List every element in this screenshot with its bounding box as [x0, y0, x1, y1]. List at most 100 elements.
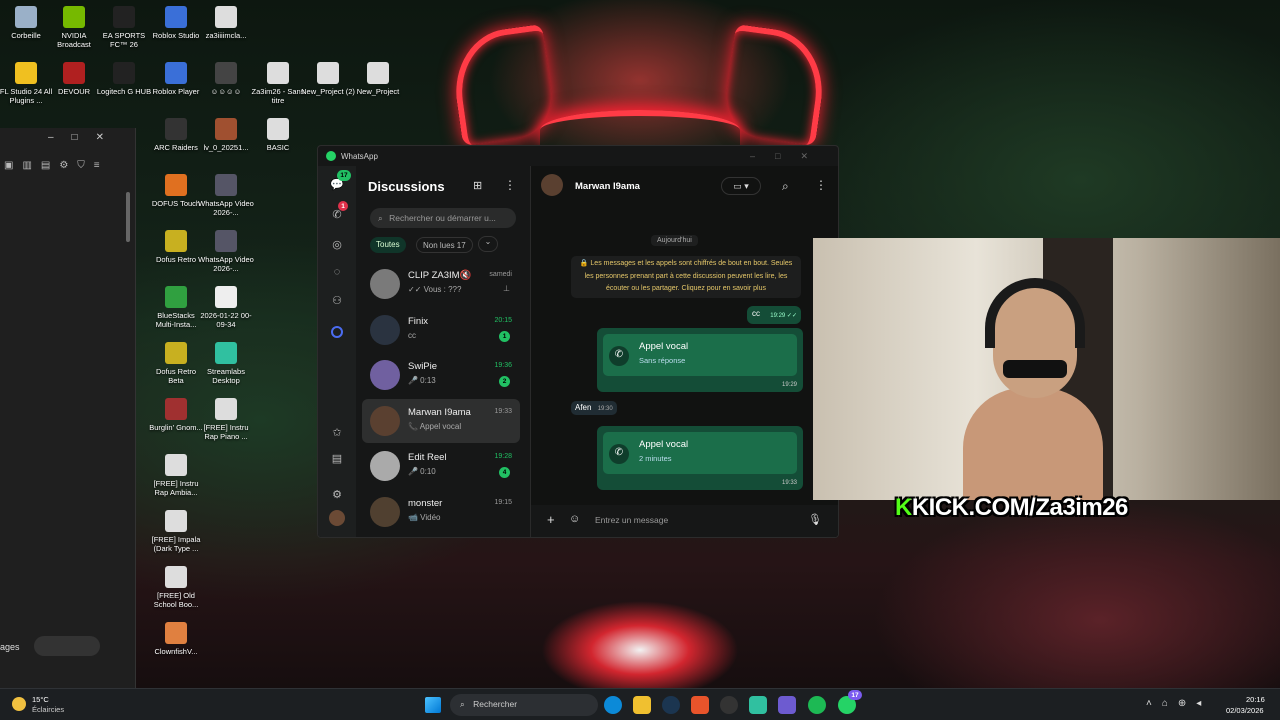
- desktop-icon[interactable]: BlueStacks Multi-Insta...: [148, 286, 204, 329]
- call-bubble-1[interactable]: ✆ Appel vocal Sans réponse 19:29: [597, 328, 803, 392]
- search-input[interactable]: ⌕ Rechercher ou démarrer u...: [370, 208, 516, 228]
- desktop-icon[interactable]: Burglin' Gnom...: [148, 398, 204, 432]
- desktop-icon[interactable]: Roblox Player: [148, 62, 204, 96]
- window-controls[interactable]: –□✕: [750, 151, 828, 162]
- desktop-icon[interactable]: lv_0_20251...: [198, 118, 254, 152]
- app-icon: [215, 286, 237, 308]
- meta-ai-icon[interactable]: [331, 326, 343, 338]
- desktop-icon[interactable]: Za3im26 - Sans titre: [250, 62, 306, 105]
- microphone-icon[interactable]: 🎙: [808, 513, 822, 526]
- weather-desc[interactable]: Éclaircies: [32, 705, 64, 714]
- message-input[interactable]: Entrez un message: [595, 515, 668, 525]
- message-text: cc: [752, 309, 760, 318]
- desktop-icon[interactable]: Streamlabs Desktop: [198, 342, 254, 385]
- desktop-icon[interactable]: Roblox Studio: [148, 6, 204, 40]
- chat-avatar: [370, 405, 400, 436]
- app-icon: [165, 566, 187, 588]
- sunglasses: [1003, 360, 1067, 378]
- filter-all[interactable]: Toutes: [370, 237, 406, 253]
- desktop-icon[interactable]: NVIDIA Broadcast: [46, 6, 102, 49]
- desktop-icon-label: DEVOUR: [57, 87, 91, 96]
- steam-icon[interactable]: [662, 696, 680, 714]
- channels-icon[interactable]: ◌: [329, 264, 345, 280]
- taskbar-search[interactable]: ⌕ Rechercher: [450, 694, 598, 716]
- weather-icon[interactable]: [12, 697, 26, 711]
- filter-unread[interactable]: Non lues 17: [416, 237, 473, 253]
- avatar-group: [34, 636, 100, 656]
- video-call-button[interactable]: ▭ ▾: [721, 177, 761, 195]
- profile-avatar[interactable]: [329, 510, 345, 526]
- desktop-icon[interactable]: Dofus Retro: [148, 230, 204, 264]
- nav-rail: 💬 17 ✆ 1 ◎ ◌ ⚇ ✩ ▤ ⚙: [318, 166, 356, 537]
- brave-icon[interactable]: [691, 696, 709, 714]
- chat-item[interactable]: Marwan I9ama 📞 Appel vocal 19:33: [362, 398, 520, 443]
- obs-icon[interactable]: [720, 696, 738, 714]
- desktop-icon[interactable]: WhatsApp Video 2026-...: [198, 230, 254, 273]
- desktop-icon[interactable]: [FREE] Old School Boo...: [148, 566, 204, 609]
- status-icon[interactable]: ◎: [329, 236, 345, 252]
- chat-item[interactable]: Edit Reel 🎤 0:10 19:28 4: [362, 444, 520, 488]
- chat-item[interactable]: Finix cc 20:15 1: [362, 308, 520, 352]
- call-bubble-2[interactable]: ✆ Appel vocal 2 minutes 19:33: [597, 426, 803, 490]
- file-explorer-icon[interactable]: [633, 696, 651, 714]
- settings-icon[interactable]: ⚙: [329, 486, 345, 502]
- chat-item[interactable]: SwiPie 🎤 0:13 19:36 2: [362, 353, 520, 397]
- archived-icon[interactable]: ▤: [329, 450, 345, 466]
- desktop-icon[interactable]: ☺☺☺☺: [198, 62, 254, 96]
- streamlabs-icon[interactable]: [749, 696, 767, 714]
- chat-item[interactable]: CLIP ZA3IM🔇 ✓✓ Vous : ??? samedi ⊥: [362, 262, 520, 306]
- app-icon: [63, 6, 85, 28]
- new-chat-icon[interactable]: ⊞: [473, 179, 482, 192]
- start-button[interactable]: [425, 697, 441, 713]
- desktop-icon[interactable]: 2026-01-22 00-09-34: [198, 286, 254, 329]
- desktop-icon[interactable]: DOFUS Touch: [148, 174, 204, 208]
- tray-icons[interactable]: ˄⌂⊕◂: [1146, 698, 1211, 709]
- calls-icon[interactable]: ✆ 1: [329, 201, 348, 222]
- desktop-icon[interactable]: [FREE] Instru Rap Piano ...: [198, 398, 254, 441]
- desktop-icon[interactable]: New_Project (2): [300, 62, 356, 96]
- edge-icon[interactable]: [604, 696, 622, 714]
- desktop-icon-label: Roblox Studio: [152, 31, 200, 40]
- bluestacks-icon[interactable]: [778, 696, 796, 714]
- scrollbar[interactable]: [126, 192, 130, 242]
- toolbar-icons: ▣▥▤⚙⛉≡: [4, 160, 109, 171]
- encryption-notice[interactable]: 🔒 Les messages et les appels sont chiffr…: [571, 256, 801, 298]
- contact-name[interactable]: Marwan I9ama: [575, 181, 640, 192]
- app-icon: [215, 174, 237, 196]
- incoming-message: Afen 19:30: [571, 401, 617, 415]
- desktop-icon[interactable]: DEVOUR: [46, 62, 102, 96]
- spotify-icon[interactable]: [808, 696, 826, 714]
- chat-avatar: [370, 314, 400, 345]
- desktop-icon-label: za3iiiimcla...: [205, 31, 247, 40]
- desktop-icon[interactable]: [FREE] Instru Rap Ambia...: [148, 454, 204, 497]
- attach-icon[interactable]: +: [547, 512, 555, 527]
- desktop-icon[interactable]: Dofus Retro Beta: [148, 342, 204, 385]
- chat-item[interactable]: monster 📹 Vidéo 19:15: [362, 490, 520, 534]
- weather-temp[interactable]: 15°C: [32, 695, 49, 704]
- contact-avatar[interactable]: [541, 174, 563, 196]
- clock-date[interactable]: 02/03/2026: [1226, 706, 1264, 715]
- desktop-icon-label: BlueStacks Multi-Insta...: [155, 311, 197, 329]
- desktop-icon[interactable]: WhatsApp Video 2026-...: [198, 174, 254, 217]
- chats-icon[interactable]: 💬 17: [329, 170, 351, 192]
- clock-time[interactable]: 20:16: [1246, 695, 1265, 704]
- emoji-icon[interactable]: ☺: [569, 513, 580, 525]
- desktop-icon[interactable]: za3iiiimcla...: [198, 6, 254, 40]
- desktop-icon[interactable]: EA SPORTS FC™ 26: [96, 6, 152, 49]
- menu-icon[interactable]: ⋮: [504, 178, 516, 192]
- filter-more[interactable]: ⌄: [478, 236, 498, 252]
- desktop-icon[interactable]: New_Project: [350, 62, 406, 96]
- whatsapp-taskbar-icon[interactable]: 17: [838, 690, 862, 714]
- desktop-icon[interactable]: [FREE] Impala (Dark Type ...: [148, 510, 204, 553]
- menu-icon[interactable]: ⋮: [815, 178, 827, 192]
- search-icon[interactable]: ⌕: [782, 179, 789, 194]
- desktop-icon-label: New_Project: [356, 87, 400, 96]
- desktop-icon-label: ARC Raiders: [154, 143, 198, 152]
- desktop-icon[interactable]: ClownfishV...: [148, 622, 204, 656]
- desktop-icon[interactable]: BASIC: [250, 118, 306, 152]
- app-icon: [165, 342, 187, 364]
- desktop-icon[interactable]: Logitech G HUB: [96, 62, 152, 96]
- desktop-icon[interactable]: ARC Raiders: [148, 118, 204, 152]
- communities-icon[interactable]: ⚇: [329, 292, 345, 308]
- starred-icon[interactable]: ✩: [329, 424, 345, 440]
